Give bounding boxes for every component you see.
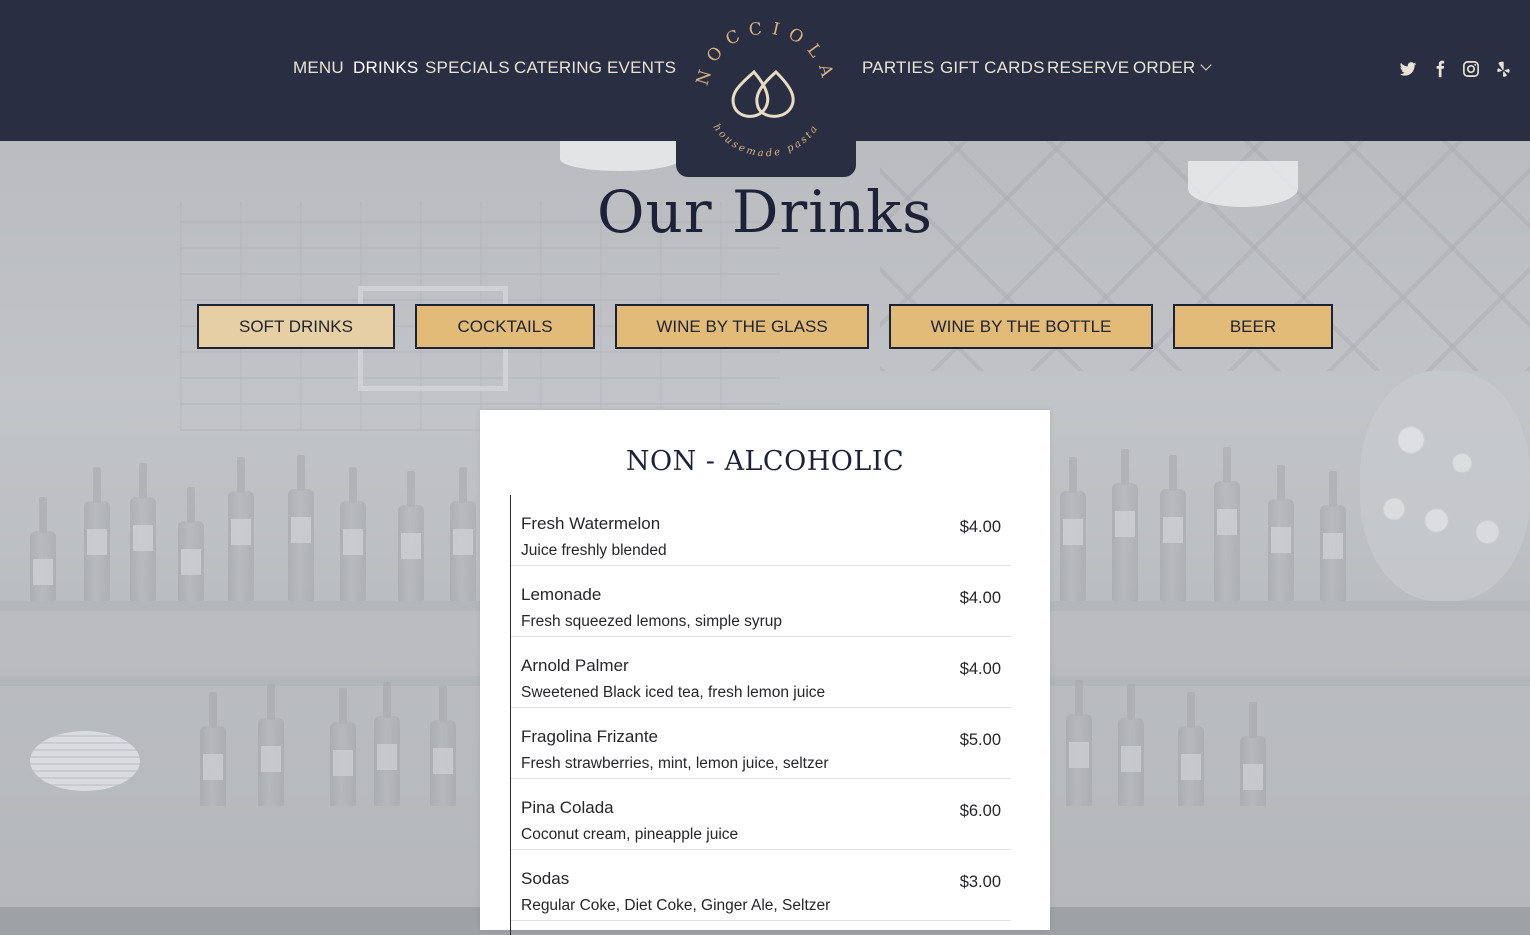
item-name: Fresh Watermelon (521, 514, 661, 533)
list-item: Fresh Watermelon Juice freshly blended $… (511, 495, 1011, 566)
nav-reserve[interactable]: RESERVE (1047, 58, 1129, 78)
item-price: $4.00 (959, 518, 1001, 536)
item-price: $4.00 (959, 660, 1001, 678)
item-name: Pina Colada (521, 798, 614, 817)
nav-catering[interactable]: CATERING (514, 58, 602, 78)
section-title: NON - ALCOHOLIC (625, 446, 905, 477)
list-item: Pina Colada Coconut cream, pineapple jui… (511, 779, 1011, 850)
nav-order-label: ORDER (1133, 58, 1196, 77)
item-name: Sodas (521, 869, 570, 888)
page-title: Our Drinks (596, 178, 934, 246)
facebook-icon[interactable] (1431, 60, 1449, 78)
list-item: Sodas Regular Coke, Diet Coke, Ginger Al… (511, 850, 1011, 921)
tab-wine-by-the-glass[interactable]: WINE BY THE GLASS (615, 304, 869, 349)
chevron-down-icon (1200, 59, 1213, 71)
tab-soft-drinks[interactable]: SOFT DRINKS (197, 304, 395, 349)
nav-events[interactable]: EVENTS (607, 58, 676, 78)
svg-text:housemade pasta: housemade pasta (711, 122, 822, 159)
item-name: Arnold Palmer (521, 656, 629, 675)
item-price: $5.00 (959, 731, 1001, 749)
drink-list: Fresh Watermelon Juice freshly blended $… (510, 495, 1011, 935)
item-description: Juice freshly blended (521, 542, 667, 559)
nav-specials[interactable]: SPECIALS (425, 58, 510, 78)
item-description: Fresh strawberries, mint, lemon juice, s… (521, 755, 829, 772)
tab-beer[interactable]: BEER (1173, 304, 1333, 349)
svg-text:NOCCIOLA: NOCCIOLA (693, 18, 839, 88)
item-description: Regular Coke, Diet Coke, Ginger Ale, Sel… (521, 897, 831, 914)
logo[interactable]: NOCCIOLA housemade pasta (676, 0, 856, 177)
logo-tagline: housemade pasta (711, 122, 819, 159)
instagram-icon[interactable] (1462, 60, 1480, 78)
nav-drinks[interactable]: DRINKS (353, 58, 418, 78)
logo-wordmark: NOCCIOLA (693, 18, 830, 88)
list-item: Fragolina Frizante Fresh strawberries, m… (511, 708, 1011, 779)
drinks-menu-card: NON - ALCOHOLIC Fresh Watermelon Juice f… (480, 410, 1050, 935)
item-description: Coconut cream, pineapple juice (521, 826, 739, 843)
tab-wine-by-the-bottle[interactable]: WINE BY THE BOTTLE (889, 304, 1153, 349)
item-price: $3.00 (959, 873, 1001, 891)
yelp-icon[interactable] (1494, 60, 1512, 78)
list-item: Lemonade Fresh squeezed lemons, simple s… (511, 566, 1011, 637)
nocciola-logo-mark: NOCCIOLA housemade pasta (693, 18, 839, 159)
nav-gift-cards[interactable]: GIFT CARDS (940, 58, 1045, 78)
nav-menu[interactable]: MENU (293, 58, 344, 78)
tab-cocktails[interactable]: COCKTAILS (415, 304, 595, 349)
item-name: Fragolina Frizante (521, 727, 659, 746)
item-description: Sweetened Black iced tea, fresh lemon ju… (521, 684, 826, 701)
item-description: Fresh squeezed lemons, simple syrup (521, 613, 783, 630)
nav-parties[interactable]: PARTIES (862, 58, 935, 78)
item-price: $6.00 (959, 802, 1001, 820)
twitter-icon[interactable] (1399, 60, 1417, 78)
nav-order[interactable]: ORDER (1133, 58, 1213, 78)
list-item: Arnold Palmer Sweetened Black iced tea, … (511, 637, 1011, 708)
item-name: Lemonade (521, 585, 602, 604)
item-price: $4.00 (959, 589, 1001, 607)
